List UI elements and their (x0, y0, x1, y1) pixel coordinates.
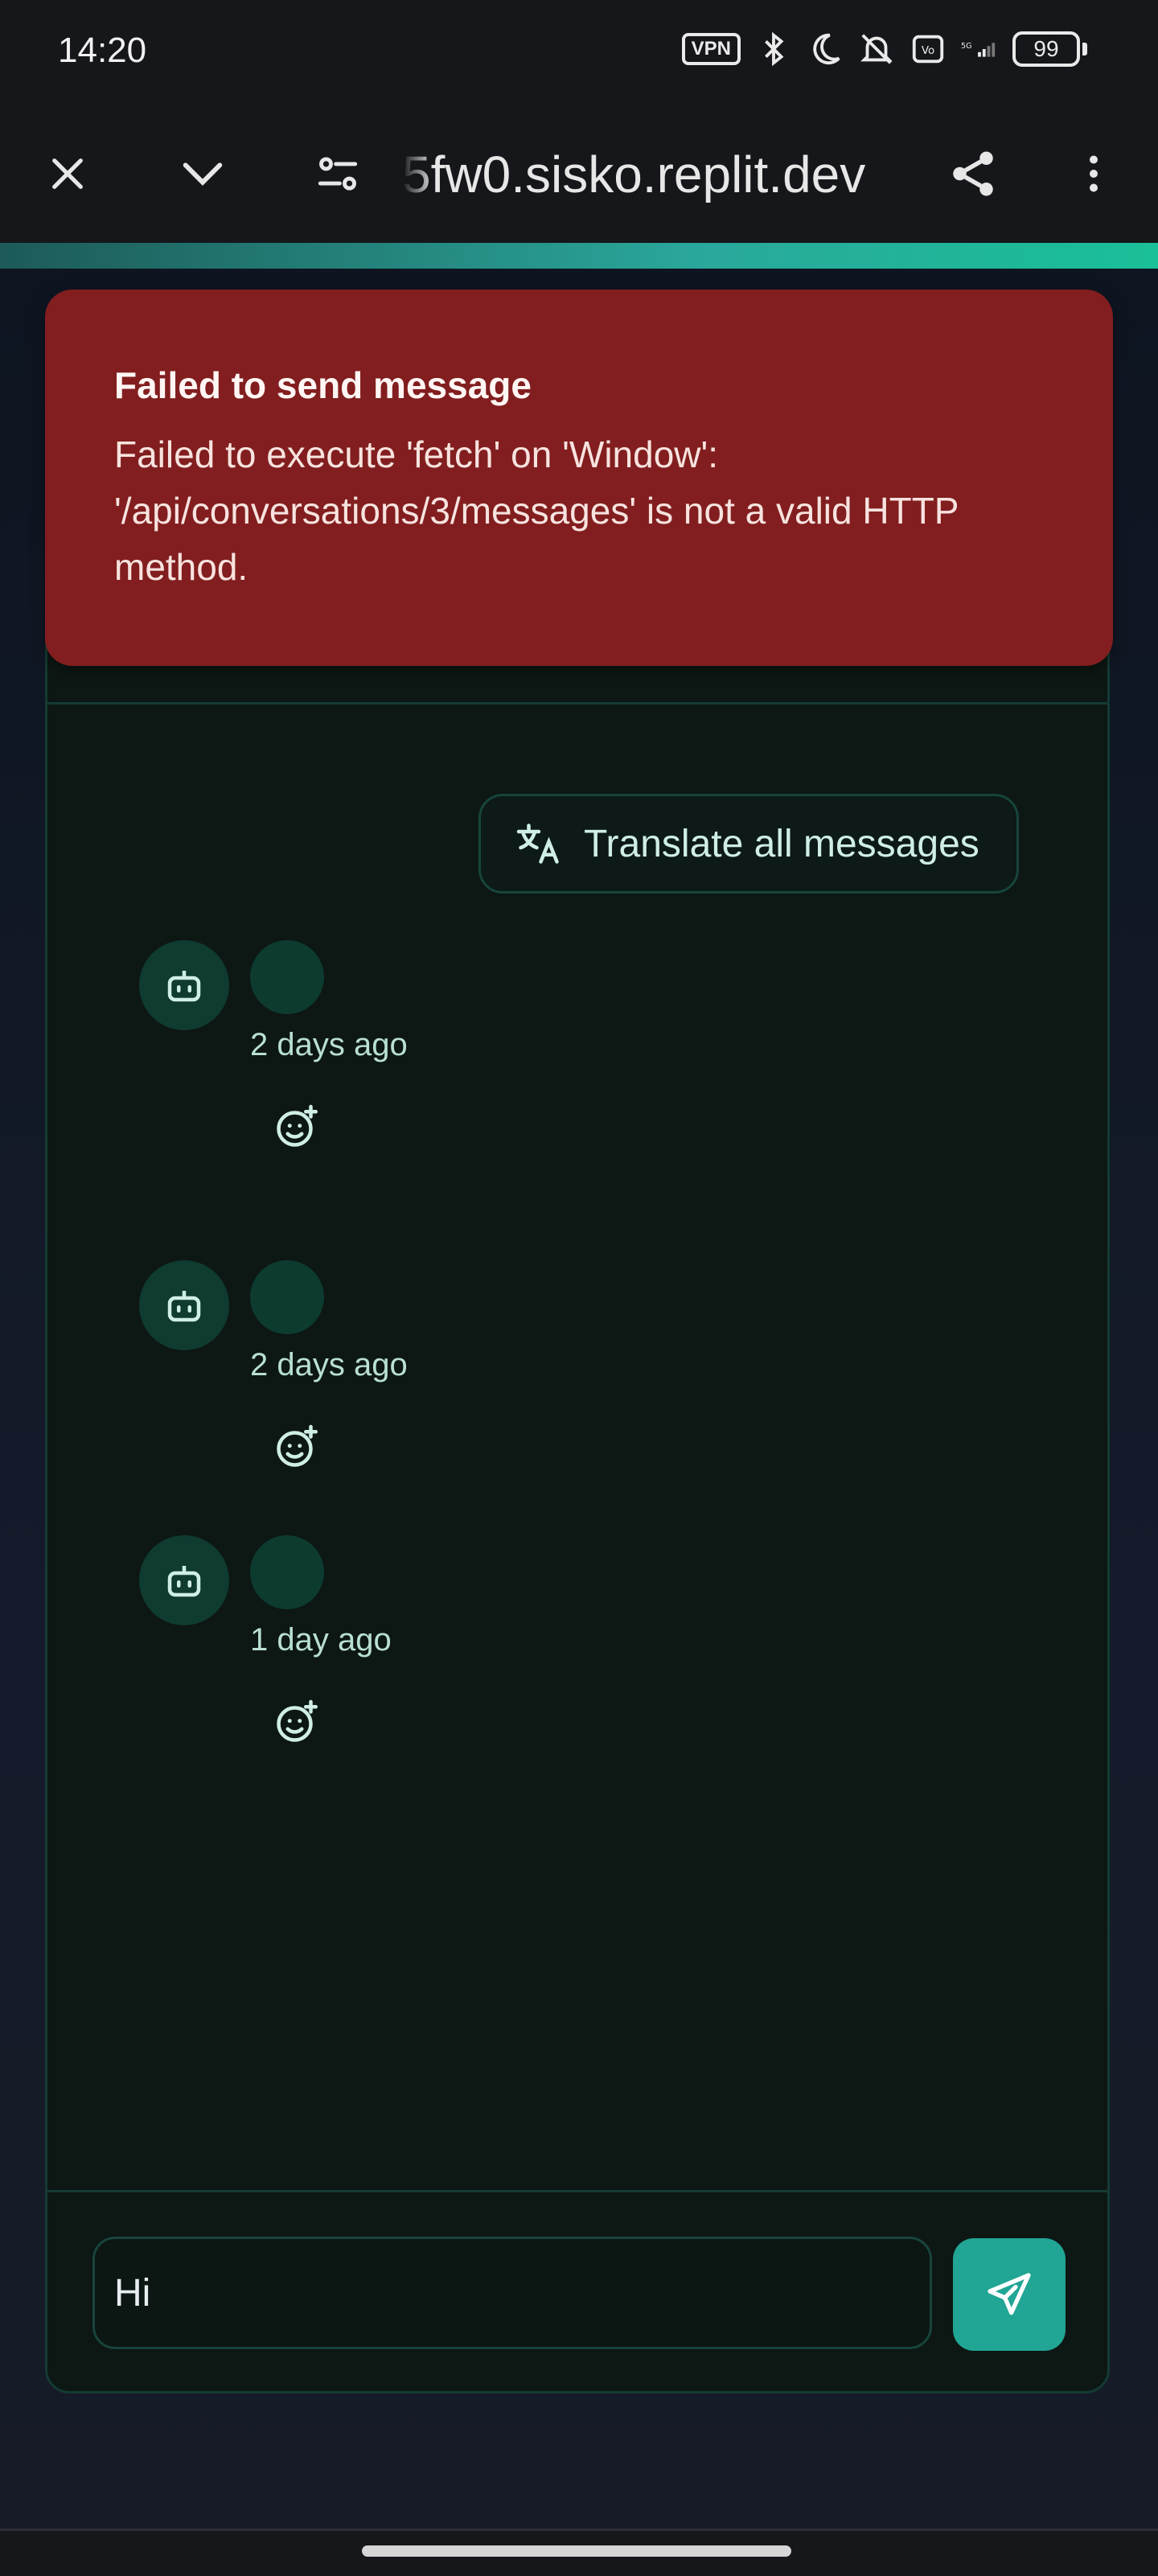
message-bubble (250, 1260, 324, 1334)
composer-divider (47, 2190, 1107, 2192)
message-timestamp: 2 days ago (250, 1347, 408, 1382)
add-reaction-icon[interactable] (268, 1693, 326, 1751)
bluetooth-icon (765, 31, 784, 67)
system-nav-bar (0, 2529, 1158, 2576)
status-time: 14:20 (58, 31, 147, 70)
status-bar: 14:20 VPN Vo 5G 99 (0, 0, 1158, 105)
home-handle[interactable] (362, 2545, 791, 2557)
toast-message: Failed to execute 'fetch' on 'Window': '… (114, 433, 959, 588)
chat-panel: Translate all messages 2 days ago 2 days… (45, 450, 1110, 2393)
translate-all-button[interactable]: Translate all messages (478, 794, 1019, 894)
message-bubble (250, 1535, 324, 1609)
translate-label: Translate all messages (584, 822, 979, 865)
error-toast[interactable]: Failed to send message Failed to execute… (45, 290, 1113, 666)
message-timestamp: 1 day ago (250, 1622, 392, 1658)
svg-text:Vo: Vo (922, 45, 934, 57)
site-settings-icon[interactable] (306, 142, 370, 206)
vpn-icon: VPN (681, 33, 741, 65)
volte-icon: Vo (912, 35, 944, 64)
battery-icon: 99 (1012, 31, 1087, 67)
send-button[interactable] (953, 2238, 1066, 2351)
svg-text:5G: 5G (961, 42, 972, 51)
chevron-down-icon[interactable] (170, 142, 235, 206)
battery-level: 99 (1012, 31, 1080, 67)
url-bar[interactable]: 5fw0.sisko.replit.dev (402, 146, 909, 203)
chat-header-divider (47, 702, 1107, 705)
bot-icon (139, 1260, 229, 1350)
translate-icon (516, 824, 559, 864)
moon-icon (813, 33, 840, 65)
bot-icon (139, 940, 229, 1030)
page-load-progress (0, 243, 1158, 269)
5g-signal-icon: 5G (961, 42, 996, 57)
mute-icon (860, 34, 893, 64)
url-fade (402, 146, 434, 203)
status-icons: VPN Vo 5G 99 (681, 31, 1087, 68)
message-bubble (250, 940, 324, 1014)
battery-tip (1082, 43, 1087, 55)
add-reaction-icon[interactable] (268, 1418, 326, 1476)
add-reaction-icon[interactable] (268, 1098, 326, 1156)
bot-icon (139, 1535, 229, 1625)
close-icon[interactable] (35, 142, 100, 206)
browser-toolbar: 5fw0.sisko.replit.dev (0, 105, 1158, 243)
message-timestamp: 2 days ago (250, 1027, 408, 1062)
more-vert-icon[interactable] (1062, 142, 1126, 206)
message-input[interactable] (92, 2237, 932, 2349)
send-icon (988, 2273, 1031, 2315)
toast-title: Failed to send message (114, 364, 532, 406)
share-icon[interactable] (941, 142, 1005, 206)
